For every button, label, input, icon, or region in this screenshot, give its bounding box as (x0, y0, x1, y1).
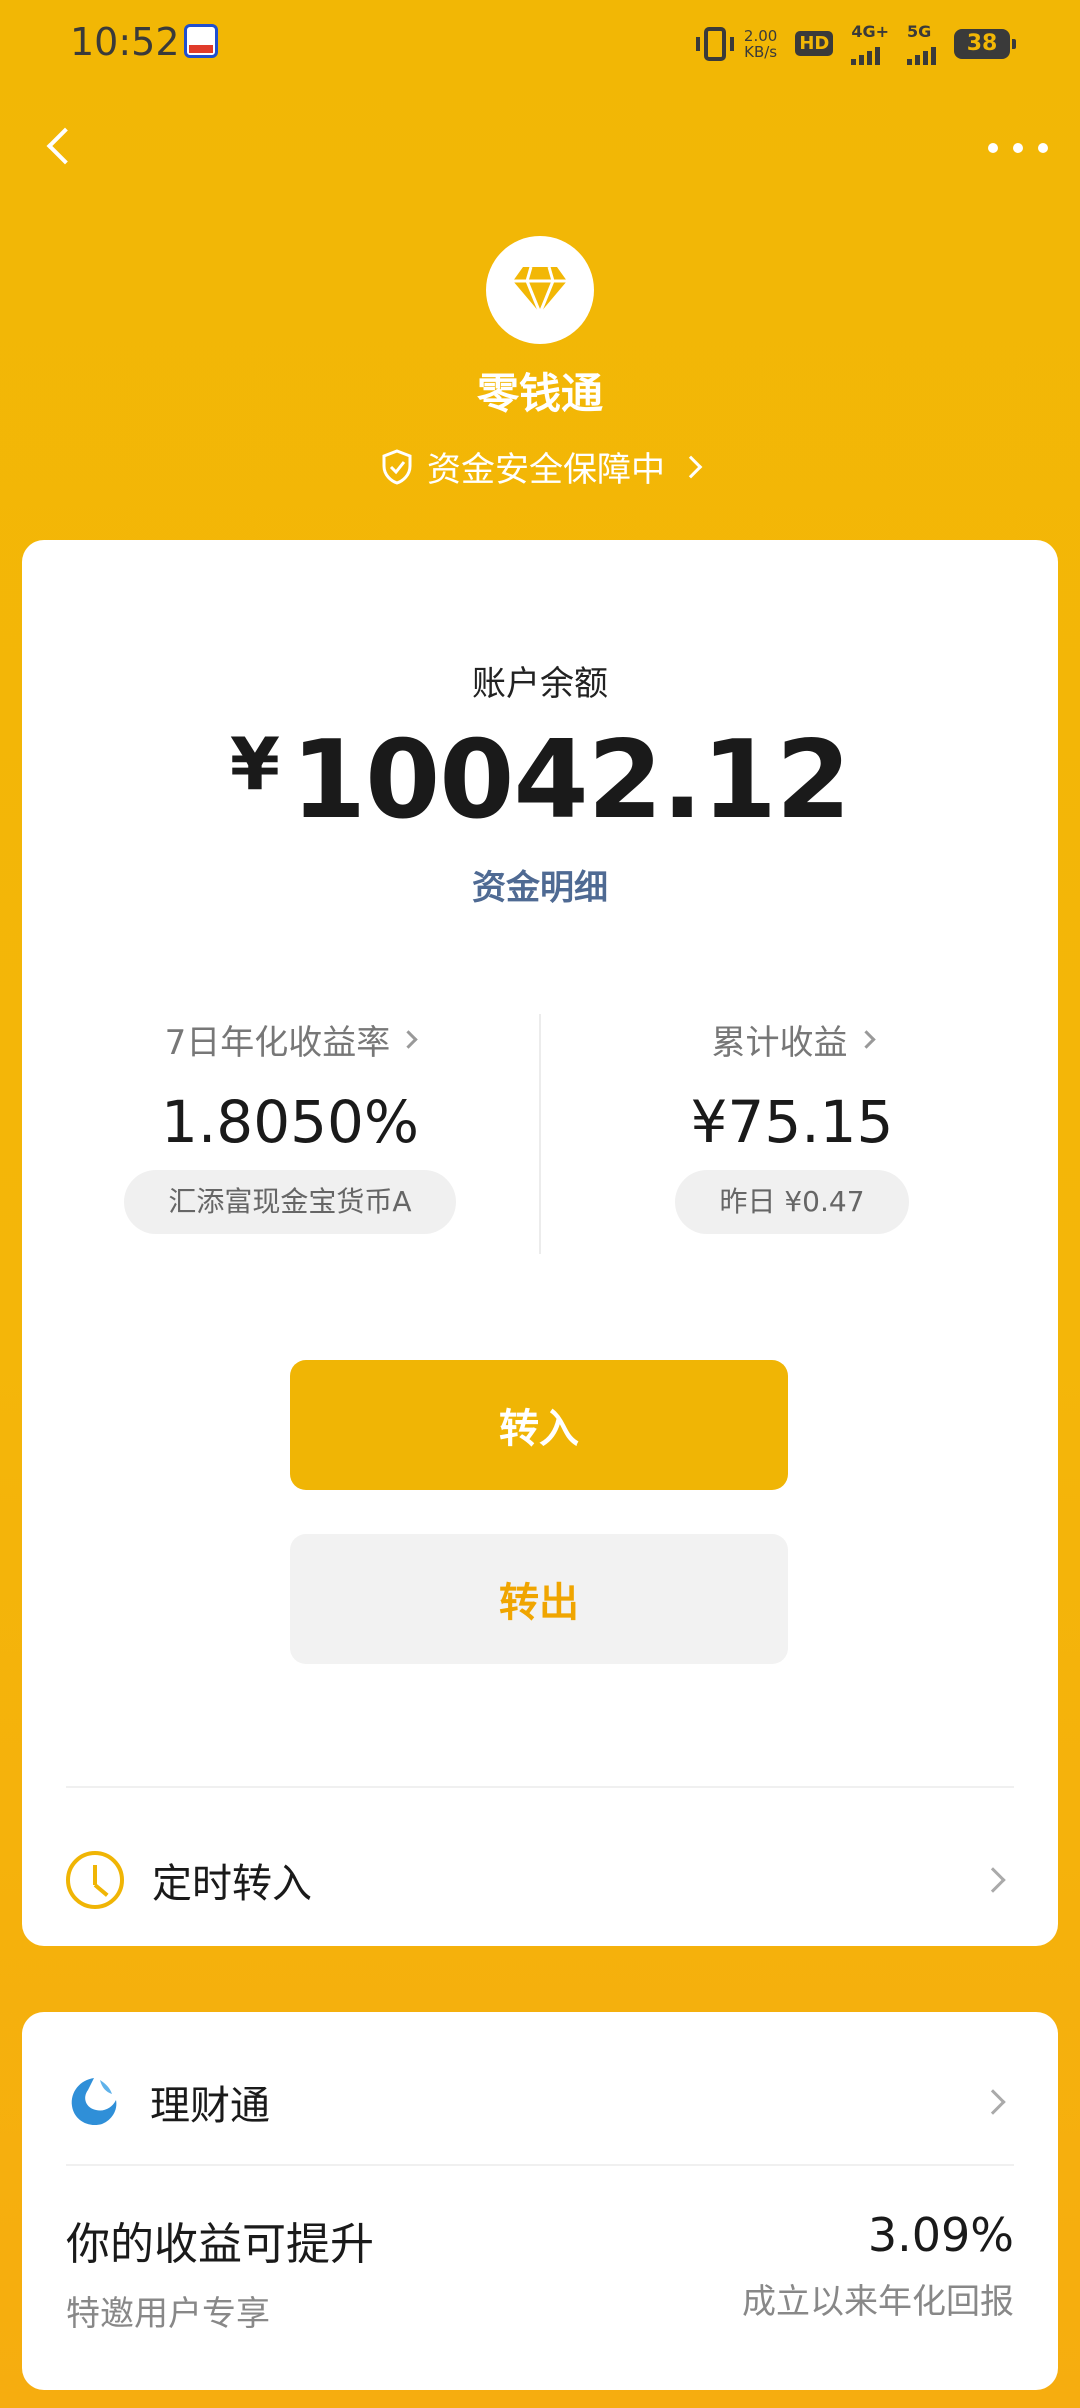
balance-value: 10042.12 (291, 718, 851, 843)
security-status-link[interactable]: 资金安全保障中 (0, 442, 1080, 491)
licaitong-label: 理财通 (150, 2083, 270, 2129)
sim1-network-label: 4G+ (851, 22, 889, 41)
back-arrow-icon (46, 127, 84, 165)
diamond-icon (513, 266, 567, 315)
dot (1038, 143, 1048, 153)
promo-rate-info[interactable]: 3.09% 成立以来年化回报 (742, 2208, 1014, 2323)
scheduled-transfer-label: 定时转入 (152, 1861, 312, 1907)
battery-icon: 38 (954, 28, 1016, 59)
dot (1013, 143, 1023, 153)
network-speed: 2.00 KB/s (744, 28, 777, 60)
promo-rate-subtitle: 成立以来年化回报 (742, 2282, 1014, 2322)
licaitong-logo-icon (71, 2078, 117, 2126)
signal-icon (851, 41, 881, 65)
chevron-right-icon (399, 1029, 419, 1049)
app-notification-icon (184, 24, 218, 58)
clock-icon (66, 1851, 124, 1909)
promo-title: 你的收益可提升 (66, 2219, 374, 2270)
security-text: 资金安全保障中 (427, 450, 665, 490)
status-bar: 10:52 2.00 KB/s HD 4G+ 5G 38 (0, 0, 1080, 86)
yield-label-row: 7日年化收益率 (40, 1014, 540, 1064)
currency-symbol: ¥ (229, 722, 280, 806)
yield-section[interactable]: 7日年化收益率 1.8050% 汇添富现金宝货币A (40, 1014, 540, 1234)
chevron-right-icon (980, 1867, 1006, 1893)
chevron-right-icon (856, 1029, 876, 1049)
earnings-value: ¥75.15 (690, 1088, 894, 1156)
sim2-network-label: 5G (907, 22, 932, 41)
status-indicators: 2.00 KB/s HD 4G+ 5G 38 (695, 22, 1016, 65)
transfer-out-button[interactable]: 转出 (290, 1534, 788, 1664)
vibrate-icon (695, 26, 734, 61)
sim1-signal: 4G+ (851, 22, 889, 65)
promo-rate: 3.09% (867, 2208, 1014, 2262)
promo-info[interactable]: 你的收益可提升 特邀用户专享 (66, 2208, 374, 2335)
status-time: 10:52 (70, 20, 180, 64)
fund-detail-link[interactable]: 资金明细 (22, 860, 1058, 909)
transfer-in-button[interactable]: 转入 (290, 1360, 788, 1490)
brand-title: 零钱通 (476, 369, 603, 418)
yield-value: 1.8050% (160, 1088, 420, 1156)
earnings-section[interactable]: 累计收益 ¥75.15 昨日 ¥0.47 (542, 1014, 1042, 1234)
sim2-signal: 5G (907, 22, 936, 65)
signal-icon (907, 41, 936, 65)
network-speed-unit: KB/s (744, 42, 778, 61)
divider (66, 2164, 1014, 2166)
back-button[interactable] (36, 122, 84, 170)
yesterday-earnings-badge: 昨日 ¥0.47 (675, 1170, 909, 1234)
divider (66, 1786, 1014, 1788)
divider (539, 1014, 541, 1254)
more-options-button[interactable] (988, 128, 1048, 168)
brand-logo (486, 236, 594, 344)
dot (988, 143, 998, 153)
balance-card: 账户余额 ¥10042.12 资金明细 7日年化收益率 1.8050% 汇添富现… (22, 540, 1058, 1946)
fund-name-badge: 汇添富现金宝货币A (124, 1170, 456, 1234)
chevron-right-icon (679, 455, 703, 478)
shield-icon (382, 448, 412, 485)
licaitong-row[interactable]: 理财通 (66, 2052, 1014, 2152)
scheduled-transfer-row[interactable]: 定时转入 (66, 1830, 1014, 1930)
balance-amount: ¥10042.12 (22, 718, 1058, 843)
hd-icon: HD (795, 31, 834, 56)
yield-label: 7日年化收益率 (164, 1022, 391, 1063)
earnings-label-row: 累计收益 (542, 1014, 1042, 1064)
promo-subtitle: 特邀用户专享 (66, 2294, 270, 2334)
network-speed-value: 2.00 (743, 26, 778, 45)
licaitong-card: 理财通 你的收益可提升 特邀用户专享 3.09% 成立以来年化回报 (22, 2012, 1058, 2390)
chevron-right-icon (980, 2089, 1006, 2115)
balance-label: 账户余额 (472, 664, 608, 704)
earnings-label: 累计收益 (711, 1022, 848, 1063)
